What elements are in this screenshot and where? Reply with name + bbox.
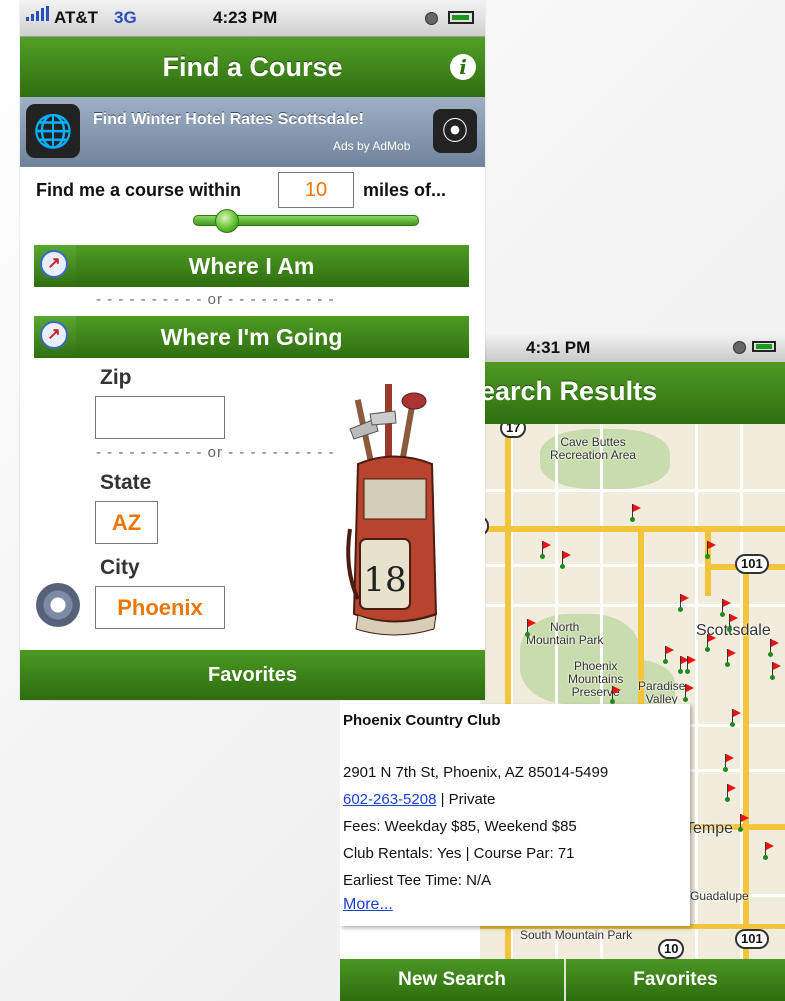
highway-shield: 101	[735, 554, 769, 574]
course-flag[interactable]	[768, 639, 779, 657]
highway-shield: 17	[500, 424, 527, 438]
ad-attribution: Ads by AdMob	[333, 139, 411, 153]
course-flag[interactable]	[685, 656, 696, 674]
course-flag[interactable]	[663, 646, 674, 664]
status-bar: AT&T 3G 4:23 PM	[20, 0, 485, 37]
more-link[interactable]: More...	[343, 896, 393, 914]
course-flag[interactable]	[725, 784, 736, 802]
zip-field[interactable]	[95, 396, 225, 439]
course-info-card: Phoenix Country Club 2901 N 7th St, Phoe…	[340, 704, 690, 926]
search-form: Find me a course within 10 miles of... ↗…	[20, 167, 485, 650]
course-flag[interactable]	[723, 754, 734, 772]
course-flag[interactable]	[678, 594, 689, 612]
map-label: Paradise Valley	[638, 679, 686, 706]
state-field[interactable]: AZ	[95, 501, 158, 544]
distance-label-prefix: Find me a course within	[36, 180, 242, 200]
new-search-button[interactable]: New Search	[340, 959, 564, 1001]
course-flag[interactable]	[763, 842, 774, 860]
state-label: State	[100, 471, 152, 494]
map-road	[695, 424, 698, 969]
map-freeway	[480, 526, 785, 532]
city-field[interactable]: Phoenix	[95, 586, 225, 629]
ad-text[interactable]: Find Winter Hotel Rates Scottsdale!	[93, 111, 364, 129]
course-rentals-par: Club Rentals: Yes | Course Par: 71	[343, 845, 575, 862]
course-flag[interactable]	[730, 709, 741, 727]
or-separator: - - - - - - - - - - or - - - - - - - - -…	[96, 291, 335, 308]
course-flag[interactable]	[630, 504, 641, 522]
course-flag[interactable]	[683, 684, 694, 702]
course-flag[interactable]	[525, 619, 536, 637]
course-flag[interactable]	[770, 662, 781, 680]
map-label: Cave Buttes Recreation Area	[550, 435, 637, 462]
bag-tag-number: 18	[363, 560, 406, 600]
phone-link[interactable]: 602-263-5208	[343, 791, 436, 808]
ad-banner[interactable]: 🌐 Find Winter Hotel Rates Scottsdale! Ad…	[20, 97, 485, 167]
course-flag[interactable]	[540, 541, 551, 559]
status-time: 4:31 PM	[526, 338, 591, 357]
course-fees: Fees: Weekday $85, Weekend $85	[343, 818, 577, 835]
course-phone-line: 602-263-5208 | Private	[343, 791, 495, 808]
alarm-icon	[733, 341, 746, 354]
distance-label-suffix: miles of...	[363, 180, 447, 200]
course-flag[interactable]	[738, 814, 749, 832]
favorites-button[interactable]: Favorites	[20, 650, 485, 700]
page-title: Find a Course	[162, 52, 343, 82]
course-flag[interactable]	[560, 551, 571, 569]
course-flag[interactable]	[725, 649, 736, 667]
distance-input[interactable]: 10	[278, 172, 354, 208]
page-title: earch Results	[480, 376, 658, 406]
golf-bag-icon: 18	[346, 384, 438, 636]
course-flag[interactable]	[705, 541, 716, 559]
highway-shield: 10	[658, 939, 685, 959]
bottom-tab-bar: New Search Favorites	[340, 959, 785, 1001]
nav-bar: Find a Course i	[20, 37, 485, 97]
where-i-am-button[interactable]: ↗ Where I Am	[34, 245, 469, 287]
course-name: Phoenix Country Club	[343, 712, 501, 729]
carrier-name: AT&T	[54, 8, 99, 27]
compass-icon: ↗	[34, 316, 76, 358]
find-course-screen: AT&T 3G 4:23 PM Find a Course i 🌐 Find W…	[20, 0, 485, 700]
city-label: City	[100, 556, 140, 579]
map-label: Guadalupe	[690, 889, 749, 903]
gear-icon[interactable]	[36, 583, 80, 627]
course-address: 2901 N 7th St, Phoenix, AZ 85014-5499	[343, 764, 609, 781]
or-separator: - - - - - - - - - - or - - - - - - - - -…	[96, 444, 335, 461]
slider-knob[interactable]	[214, 209, 239, 233]
status-time: 4:23 PM	[213, 8, 278, 27]
favorites-tab-button[interactable]: Favorites	[566, 959, 785, 1001]
compass-icon: ↗	[34, 245, 76, 287]
course-flag[interactable]	[727, 614, 738, 632]
course-tee-time: Earliest Tee Time: N/A	[343, 872, 492, 889]
where-going-label: Where I'm Going	[160, 324, 343, 350]
compass-icon[interactable]: ⦿	[433, 109, 477, 153]
where-going-button[interactable]: ↗ Where I'm Going	[34, 316, 469, 358]
network-type: 3G	[114, 8, 137, 27]
map-label: North Mountain Park	[526, 620, 604, 647]
zip-label: Zip	[100, 366, 132, 389]
info-icon[interactable]: i	[450, 54, 476, 80]
course-access: | Private	[436, 791, 496, 808]
course-flag[interactable]	[610, 686, 621, 704]
nav-bar: earch Results	[480, 362, 785, 424]
battery-icon	[752, 341, 776, 352]
map-freeway	[705, 526, 711, 596]
battery-icon	[448, 11, 474, 24]
alarm-icon	[425, 12, 438, 25]
highway-shield: 101	[735, 929, 769, 949]
where-i-am-label: Where I Am	[188, 253, 315, 279]
map-label: South Mountain Park	[520, 928, 633, 942]
course-flag[interactable]	[705, 634, 716, 652]
globe-icon: 🌐	[26, 104, 80, 158]
map-label: Tempe	[685, 820, 734, 837]
status-bar: 4:31 PM	[480, 334, 785, 363]
